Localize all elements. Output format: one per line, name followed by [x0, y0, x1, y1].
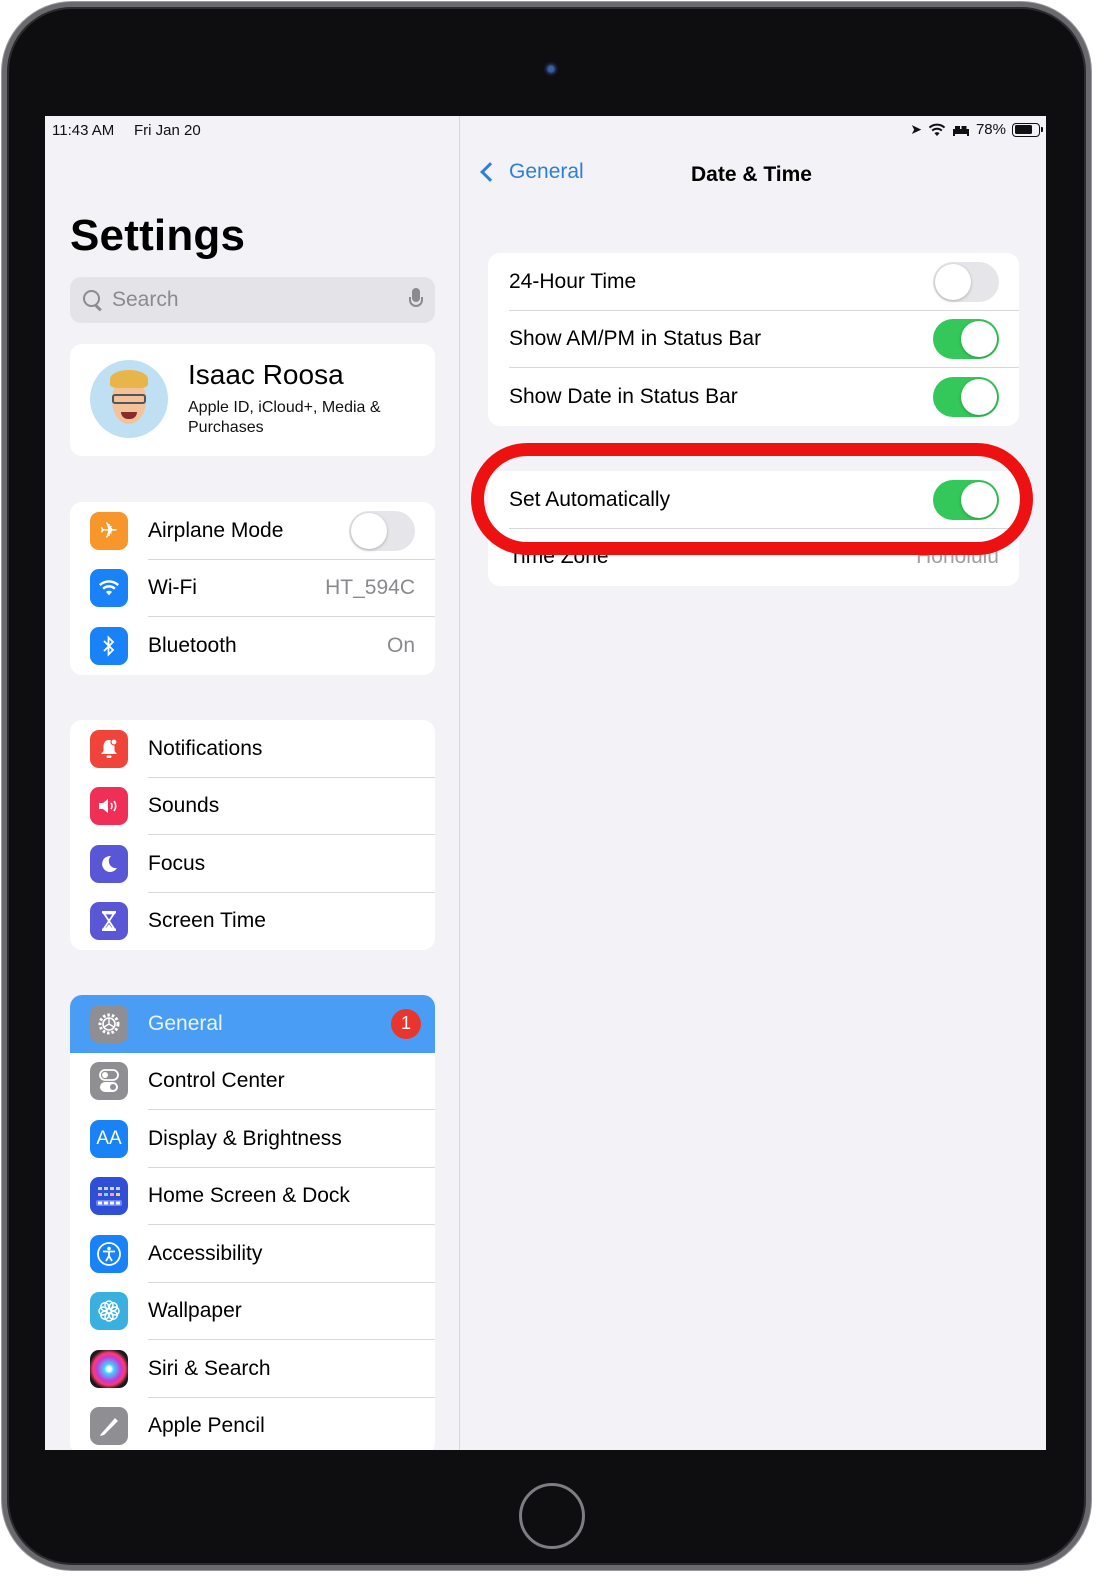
- sidebar-item-accessibility[interactable]: Accessibility: [70, 1225, 435, 1283]
- siri-icon: [90, 1349, 128, 1388]
- search-field[interactable]: [70, 277, 435, 323]
- profile-name: Isaac Roosa: [188, 359, 344, 390]
- profile-subtitle: Apple ID, iCloud+, Media & Purchases: [188, 399, 381, 436]
- sidebar-item-wifi[interactable]: Wi-Fi HT_594C: [70, 560, 435, 617]
- screen: 11:43 AM Fri Jan 20 ➤ 78% Settings Searc…: [45, 116, 1046, 1450]
- page-title: Date & Time: [691, 163, 812, 186]
- gear-icon: [90, 1004, 128, 1043]
- sidebar-item-label: Bluetooth: [148, 633, 237, 657]
- sidebar-item-apple-pencil[interactable]: Apple Pencil: [70, 1398, 435, 1451]
- sidebar-item-label: Control Center: [148, 1069, 285, 1093]
- sidebar-item-wallpaper[interactable]: Wallpaper: [70, 1283, 435, 1340]
- app-grid-icon: [90, 1177, 128, 1216]
- setting-label: 24-Hour Time: [509, 269, 637, 293]
- settings-sidebar: Settings Isaac Roosa Apple ID, iCloud+, …: [45, 116, 460, 1450]
- notifications-group: Notifications Sounds Focus Screen Time: [70, 720, 435, 950]
- sidebar-item-airplane-mode[interactable]: ✈ Airplane Mode: [70, 502, 435, 560]
- chevron-left-icon: [480, 162, 500, 182]
- sidebar-item-control-center[interactable]: Control Center: [70, 1053, 435, 1110]
- battery-icon: [1012, 122, 1043, 137]
- set-automatically-toggle[interactable]: [933, 479, 999, 520]
- sidebar-item-label: Sounds: [148, 794, 220, 818]
- sidebar-item-focus[interactable]: Focus: [70, 835, 435, 893]
- status-date: Fri Jan 20: [134, 122, 201, 139]
- search-input[interactable]: [112, 288, 409, 312]
- location-arrow-icon: ➤: [910, 121, 922, 137]
- microphone-icon[interactable]: [409, 288, 423, 312]
- sidebar-item-label: Wi-Fi: [148, 576, 197, 600]
- sleep-bed-icon: [952, 125, 969, 136]
- sidebar-item-label: Accessibility: [148, 1241, 263, 1265]
- setting-label: Show Date in Status Bar: [509, 384, 738, 408]
- battery-fill: [1014, 125, 1033, 134]
- status-bar: 11:43 AM Fri Jan 20 ➤ 78%: [45, 116, 1046, 142]
- home-button[interactable]: [519, 1483, 585, 1549]
- setting-label: Show AM/PM in Status Bar: [509, 327, 762, 351]
- sidebar-item-label: Home Screen & Dock: [148, 1184, 350, 1208]
- flower-icon: [90, 1292, 128, 1331]
- front-camera: [544, 62, 558, 76]
- sidebar-item-home-screen-dock[interactable]: Home Screen & Dock: [70, 1168, 435, 1225]
- hourglass-icon: [90, 902, 128, 941]
- show-ampm-toggle[interactable]: [933, 319, 999, 360]
- setting-time-zone[interactable]: Time Zone Honolulu: [488, 529, 1019, 587]
- connectivity-group: ✈ Airplane Mode Wi-Fi HT_594C Bluetooth …: [70, 502, 435, 675]
- setting-set-automatically[interactable]: Set Automatically: [488, 471, 1019, 529]
- status-time: 11:43 AM: [52, 122, 115, 139]
- sidebar-item-label: Wallpaper: [148, 1299, 242, 1323]
- avatar: [90, 360, 168, 438]
- bluetooth-icon: [90, 626, 128, 665]
- time-zone-group: Set Automatically Time Zone Honolulu: [488, 471, 1019, 586]
- wifi-network-value: HT_594C: [325, 576, 415, 600]
- setting-show-date[interactable]: Show Date in Status Bar: [488, 368, 1019, 426]
- setting-24-hour-time[interactable]: 24-Hour Time: [488, 253, 1019, 311]
- accessibility-icon: [90, 1234, 128, 1273]
- text-size-icon: AA: [90, 1119, 128, 1158]
- sidebar-item-screen-time[interactable]: Screen Time: [70, 893, 435, 951]
- sidebar-item-label: Notifications: [148, 736, 263, 760]
- general-group: General 1 Control Center AA Display & Br…: [70, 995, 435, 1450]
- wifi-icon: [928, 123, 946, 136]
- switches-icon: [90, 1062, 128, 1101]
- sidebar-item-label: General: [148, 1011, 223, 1035]
- date-time-pane: General Date & Time 24-Hour Time Show AM…: [461, 116, 1046, 1450]
- show-date-toggle[interactable]: [933, 376, 999, 417]
- update-badge: 1: [391, 1008, 421, 1039]
- sidebar-item-display-brightness[interactable]: AA Display & Brightness: [70, 1110, 435, 1168]
- search-icon: [82, 289, 104, 311]
- sidebar-item-sounds[interactable]: Sounds: [70, 778, 435, 835]
- 24-hour-time-toggle[interactable]: [933, 261, 999, 302]
- speaker-icon: [90, 787, 128, 826]
- pencil-icon: [90, 1407, 128, 1446]
- sidebar-title: Settings: [70, 211, 246, 260]
- sidebar-item-label: Focus: [148, 851, 206, 875]
- sidebar-item-siri-search[interactable]: Siri & Search: [70, 1340, 435, 1398]
- airplane-mode-toggle[interactable]: [349, 510, 415, 551]
- time-zone-value: Honolulu: [916, 545, 999, 569]
- setting-label: Time Zone: [509, 545, 609, 569]
- back-label: General: [509, 160, 584, 183]
- sidebar-item-label: Display & Brightness: [148, 1126, 342, 1150]
- sidebar-item-label: Siri & Search: [148, 1356, 271, 1380]
- wifi-icon: [90, 569, 128, 608]
- setting-show-ampm[interactable]: Show AM/PM in Status Bar: [488, 311, 1019, 368]
- time-format-group: 24-Hour Time Show AM/PM in Status Bar Sh…: [488, 253, 1019, 426]
- moon-icon: [90, 844, 128, 883]
- sidebar-item-notifications[interactable]: Notifications: [70, 720, 435, 778]
- sidebar-item-bluetooth[interactable]: Bluetooth On: [70, 617, 435, 675]
- airplane-icon: ✈: [90, 511, 128, 550]
- battery-percent: 78%: [975, 121, 1006, 138]
- bell-icon: [90, 729, 128, 768]
- sidebar-item-label: Airplane Mode: [148, 518, 284, 542]
- sidebar-item-general[interactable]: General 1: [70, 995, 435, 1053]
- apple-id-profile[interactable]: Isaac Roosa Apple ID, iCloud+, Media & P…: [70, 344, 435, 456]
- back-button[interactable]: General: [479, 160, 584, 184]
- setting-label: Set Automatically: [509, 487, 671, 511]
- sidebar-item-label: Screen Time: [148, 909, 266, 933]
- sidebar-item-label: Apple Pencil: [148, 1414, 265, 1438]
- bluetooth-status-value: On: [386, 633, 415, 657]
